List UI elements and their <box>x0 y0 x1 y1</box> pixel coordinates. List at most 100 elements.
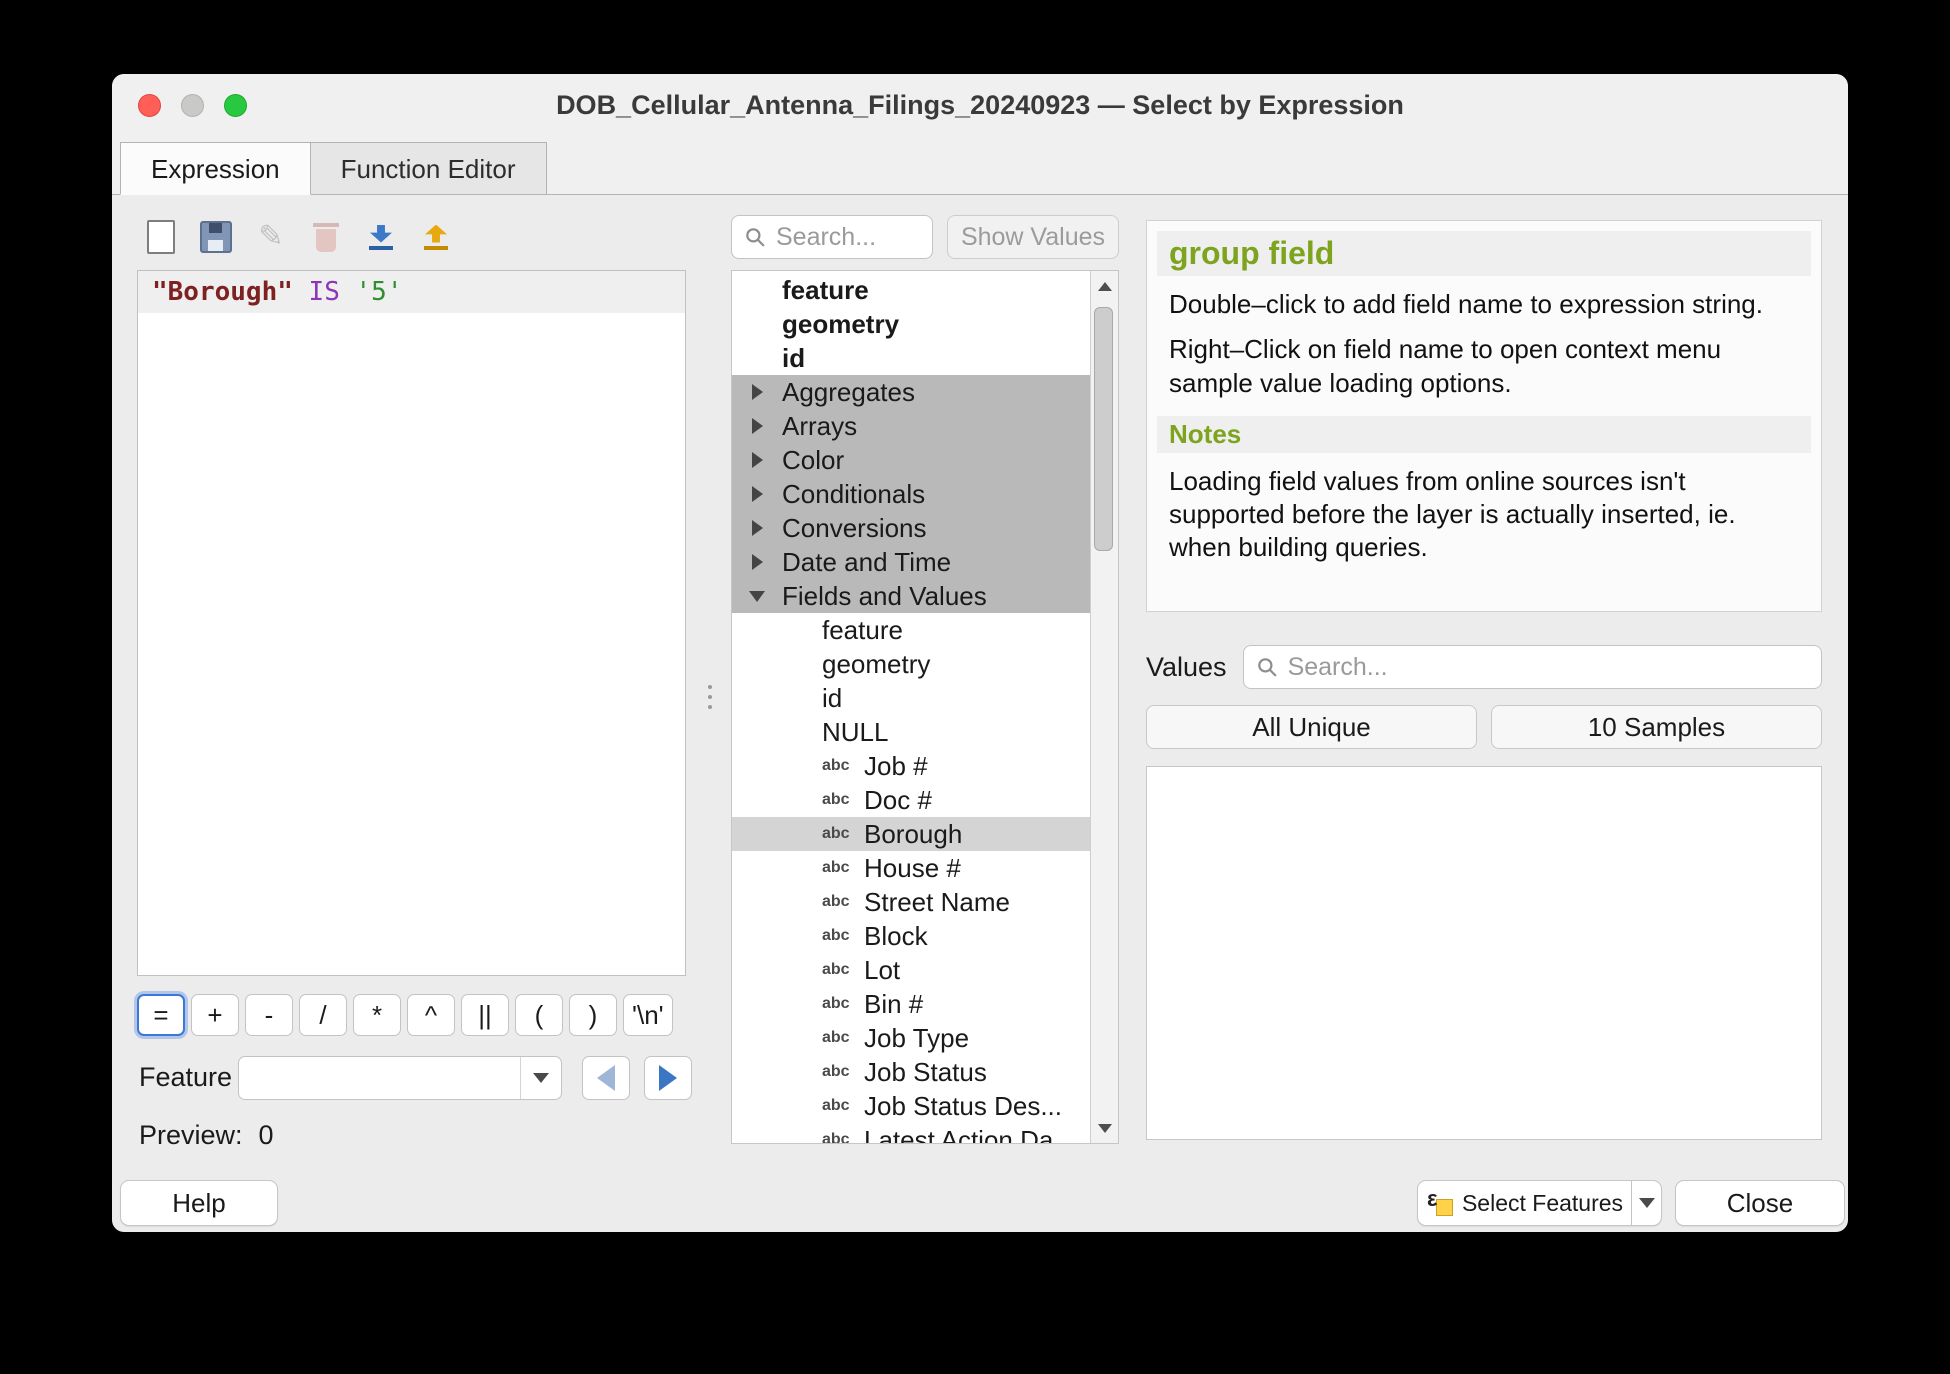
tree-item-job-status[interactable]: abc Job Status <box>732 1055 1091 1089</box>
expand-icon[interactable] <box>752 554 763 570</box>
operator-button-multiply[interactable]: * <box>353 994 401 1036</box>
tree-item-color[interactable]: Color <box>732 443 1091 477</box>
text-field-icon: abc <box>822 859 856 877</box>
collapse-icon[interactable] <box>749 591 765 602</box>
search-icon <box>1256 656 1278 678</box>
edit-expression-icon[interactable]: ✎ <box>250 216 292 258</box>
text-field-icon: abc <box>822 1029 856 1047</box>
tree-item-id[interactable]: id <box>732 341 1091 375</box>
tree-item-label: Fields and Values <box>782 581 987 612</box>
tree-item-null[interactable]: NULL <box>732 715 1091 749</box>
feature-combobox[interactable] <box>238 1056 562 1100</box>
function-search-box[interactable] <box>731 215 933 259</box>
tab-expression[interactable]: Expression <box>120 142 311 195</box>
tree-item-fields-and-values[interactable]: Fields and Values <box>732 579 1091 613</box>
tree-item-label: House # <box>864 853 961 884</box>
operator-button-close-paren[interactable]: ) <box>569 994 617 1036</box>
scroll-down-button[interactable] <box>1091 1113 1118 1143</box>
values-search-input[interactable] <box>1286 652 1809 683</box>
function-tree: featuregeometryidAggregatesArraysColorCo… <box>732 273 1091 1143</box>
scrollbar-thumb[interactable] <box>1094 307 1113 551</box>
tree-item-label: Job Status <box>864 1057 987 1088</box>
text-field-icon: abc <box>822 1097 856 1115</box>
operator-button-minus[interactable]: - <box>245 994 293 1036</box>
tree-item-arrays[interactable]: Arrays <box>732 409 1091 443</box>
scroll-up-button[interactable] <box>1091 271 1118 301</box>
close-button[interactable]: Close <box>1675 1180 1845 1226</box>
values-list[interactable] <box>1146 766 1822 1140</box>
tree-scrollbar[interactable] <box>1090 271 1118 1143</box>
function-search-input[interactable] <box>774 222 920 253</box>
previous-feature-button[interactable] <box>582 1056 630 1100</box>
tree-item-label: Lot <box>864 955 900 986</box>
select-features-button[interactable]: Select Features <box>1417 1180 1632 1226</box>
expand-icon[interactable] <box>752 418 763 434</box>
function-tree-panel: featuregeometryidAggregatesArraysColorCo… <box>731 270 1119 1144</box>
tree-item-label: Aggregates <box>782 377 915 408</box>
tree-item-date-and-time[interactable]: Date and Time <box>732 545 1091 579</box>
panel-splitter-handle[interactable] <box>706 674 714 720</box>
show-values-button[interactable]: Show Values <box>947 215 1119 259</box>
tree-item-label: Color <box>782 445 844 476</box>
tree-item-street-name[interactable]: abcStreet Name <box>732 885 1091 919</box>
expand-icon[interactable] <box>752 384 763 400</box>
ten-samples-button[interactable]: 10 Samples <box>1491 705 1822 749</box>
values-buttons-row: All Unique 10 Samples <box>1146 705 1822 749</box>
expand-icon[interactable] <box>752 452 763 468</box>
text-field-icon: abc <box>822 791 856 809</box>
feature-input[interactable] <box>239 1064 520 1093</box>
tree-item-house[interactable]: abc House # <box>732 851 1091 885</box>
tree-item-id[interactable]: id <box>732 681 1091 715</box>
operator-button-open-paren[interactable]: ( <box>515 994 563 1036</box>
trash-icon <box>316 229 336 252</box>
download-arrow-icon <box>370 225 392 243</box>
tree-item-job-status-des[interactable]: abcJob Status Des... <box>732 1089 1091 1123</box>
expression-token-field: "Borough" <box>152 277 293 307</box>
floppy-disk-icon <box>200 221 232 253</box>
tree-item-geometry[interactable]: geometry <box>732 307 1091 341</box>
operator-button-concatenate[interactable]: || <box>461 994 509 1036</box>
operator-button-plus[interactable]: + <box>191 994 239 1036</box>
tree-item-label: geometry <box>782 309 899 340</box>
values-search-box[interactable] <box>1243 645 1822 689</box>
download-tray-icon <box>369 246 393 250</box>
tree-item-bin[interactable]: abcBin # <box>732 987 1091 1021</box>
feature-dropdown-button[interactable] <box>520 1057 561 1099</box>
export-expression-icon[interactable] <box>415 216 457 258</box>
expand-icon[interactable] <box>752 486 763 502</box>
tree-item-aggregates[interactable]: Aggregates <box>732 375 1091 409</box>
save-expression-icon[interactable] <box>195 216 237 258</box>
tree-item-conversions[interactable]: Conversions <box>732 511 1091 545</box>
operator-button-equals[interactable]: = <box>137 994 185 1036</box>
tree-item-block[interactable]: abcBlock <box>732 919 1091 953</box>
tree-item-label: Bin # <box>864 989 923 1020</box>
tree-item-doc[interactable]: abcDoc # <box>732 783 1091 817</box>
tree-item-latest-action-da[interactable]: abcLatest Action Da... <box>732 1123 1091 1143</box>
tree-item-lot[interactable]: abcLot <box>732 953 1091 987</box>
operator-button-power[interactable]: ^ <box>407 994 455 1036</box>
text-field-icon: abc <box>822 1063 856 1081</box>
tree-item-job[interactable]: abcJob # <box>732 749 1091 783</box>
expand-icon[interactable] <box>752 520 763 536</box>
text-field-icon: abc <box>822 927 856 945</box>
next-feature-button[interactable] <box>644 1056 692 1100</box>
select-features-icon <box>1426 1189 1454 1217</box>
tree-item-feature[interactable]: feature <box>732 273 1091 307</box>
tree-item-conditionals[interactable]: Conditionals <box>732 477 1091 511</box>
operator-button-newline[interactable]: '\n' <box>623 994 673 1036</box>
new-expression-icon[interactable] <box>140 216 182 258</box>
select-features-dropdown-button[interactable] <box>1632 1180 1662 1226</box>
operator-button-divide[interactable]: / <box>299 994 347 1036</box>
tab-function-editor[interactable]: Function Editor <box>311 142 547 195</box>
tree-item-feature[interactable]: feature <box>732 613 1091 647</box>
tree-item-borough[interactable]: abcBorough <box>732 817 1091 851</box>
delete-expression-icon[interactable] <box>305 216 347 258</box>
expression-editor[interactable]: "Borough" IS '5' <box>137 270 686 976</box>
tree-item-label: Latest Action Da... <box>864 1125 1075 1144</box>
tree-item-job-type[interactable]: abcJob Type <box>732 1021 1091 1055</box>
all-unique-button[interactable]: All Unique <box>1146 705 1477 749</box>
import-expression-icon[interactable] <box>360 216 402 258</box>
help-button[interactable]: Help <box>120 1180 278 1226</box>
expression-token-keyword: IS <box>293 277 356 307</box>
tree-item-geometry[interactable]: geometry <box>732 647 1091 681</box>
